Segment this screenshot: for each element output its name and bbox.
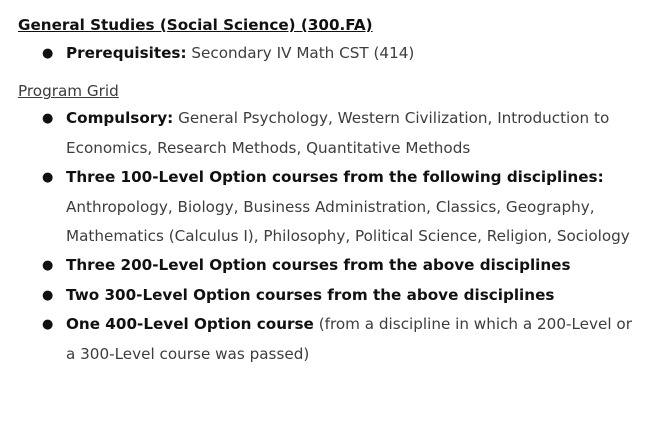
compulsory-item: ● Compulsory: General Psychology, Wester…: [18, 104, 638, 163]
level-100-item: ● Three 100-Level Option courses from th…: [18, 163, 638, 251]
level-200-item: ● Three 200-Level Option courses from th…: [18, 251, 638, 280]
bullet-icon: ●: [42, 317, 54, 333]
bullet-icon: ●: [42, 111, 54, 127]
bullet-icon: ●: [42, 46, 54, 61]
compulsory-label: Compulsory:: [66, 109, 174, 128]
level-400-label: One 400-Level Option course: [66, 315, 314, 334]
level-300-item: ● Two 300-Level Option courses from the …: [18, 281, 638, 310]
level-200-label: Three 200-Level Option courses from the …: [66, 256, 571, 275]
level-100-label: Three 100-Level Option courses from the …: [66, 168, 604, 187]
prerequisites-label: Prerequisites:: [66, 44, 187, 62]
level-100-text: Anthropology, Biology, Business Administ…: [66, 197, 630, 246]
program-grid-link[interactable]: Program Grid: [18, 80, 638, 102]
program-grid-list: ● Compulsory: General Psychology, Wester…: [18, 104, 638, 369]
bullet-icon: ●: [42, 287, 54, 303]
bullet-icon: ●: [42, 170, 54, 186]
prerequisites-list: ● Prerequisites: Secondary IV Math CST (…: [18, 39, 638, 68]
level-300-label: Two 300-Level Option courses from the ab…: [66, 285, 555, 304]
level-400-item: ● One 400-Level Option course (from a di…: [18, 310, 638, 369]
prerequisites-text: Secondary IV Math CST (414): [191, 44, 415, 62]
prerequisites-item: ● Prerequisites: Secondary IV Math CST (…: [18, 39, 638, 68]
bullet-icon: ●: [42, 258, 54, 274]
program-document: General Studies (Social Science) (300.FA…: [18, 14, 638, 369]
program-heading: General Studies (Social Science) (300.FA…: [18, 16, 373, 34]
